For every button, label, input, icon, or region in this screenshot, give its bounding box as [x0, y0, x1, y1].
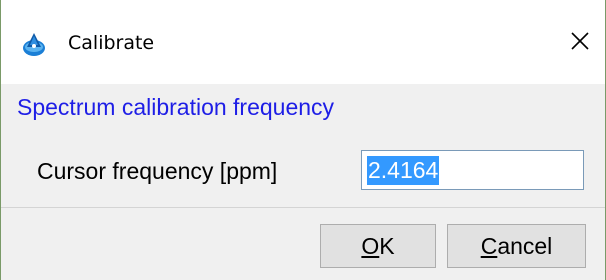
- cursor-frequency-input[interactable]: 2.4164: [361, 150, 584, 190]
- cancel-label-rest: ancel: [497, 232, 553, 259]
- ok-mnemonic: O: [361, 232, 380, 259]
- ok-label-rest: K: [379, 232, 395, 259]
- cursor-frequency-value: 2.4164: [367, 156, 440, 185]
- section-title: Spectrum calibration frequency: [17, 94, 335, 120]
- app-logo-icon: [21, 31, 47, 57]
- title-bar[interactable]: Calibrate: [1, 0, 605, 84]
- cancel-mnemonic: C: [480, 232, 498, 259]
- window-title: Calibrate: [68, 32, 155, 54]
- close-icon: [570, 31, 590, 56]
- dialog-content: Spectrum calibration frequency Cursor fr…: [1, 84, 605, 280]
- divider: [1, 207, 605, 208]
- calibrate-dialog: Calibrate Spectrum calibration frequency…: [0, 0, 606, 280]
- ok-button[interactable]: OK: [320, 224, 436, 268]
- cursor-frequency-label: Cursor frequency [ppm]: [37, 158, 278, 184]
- close-button[interactable]: [557, 20, 603, 66]
- cancel-button[interactable]: Cancel: [447, 224, 586, 268]
